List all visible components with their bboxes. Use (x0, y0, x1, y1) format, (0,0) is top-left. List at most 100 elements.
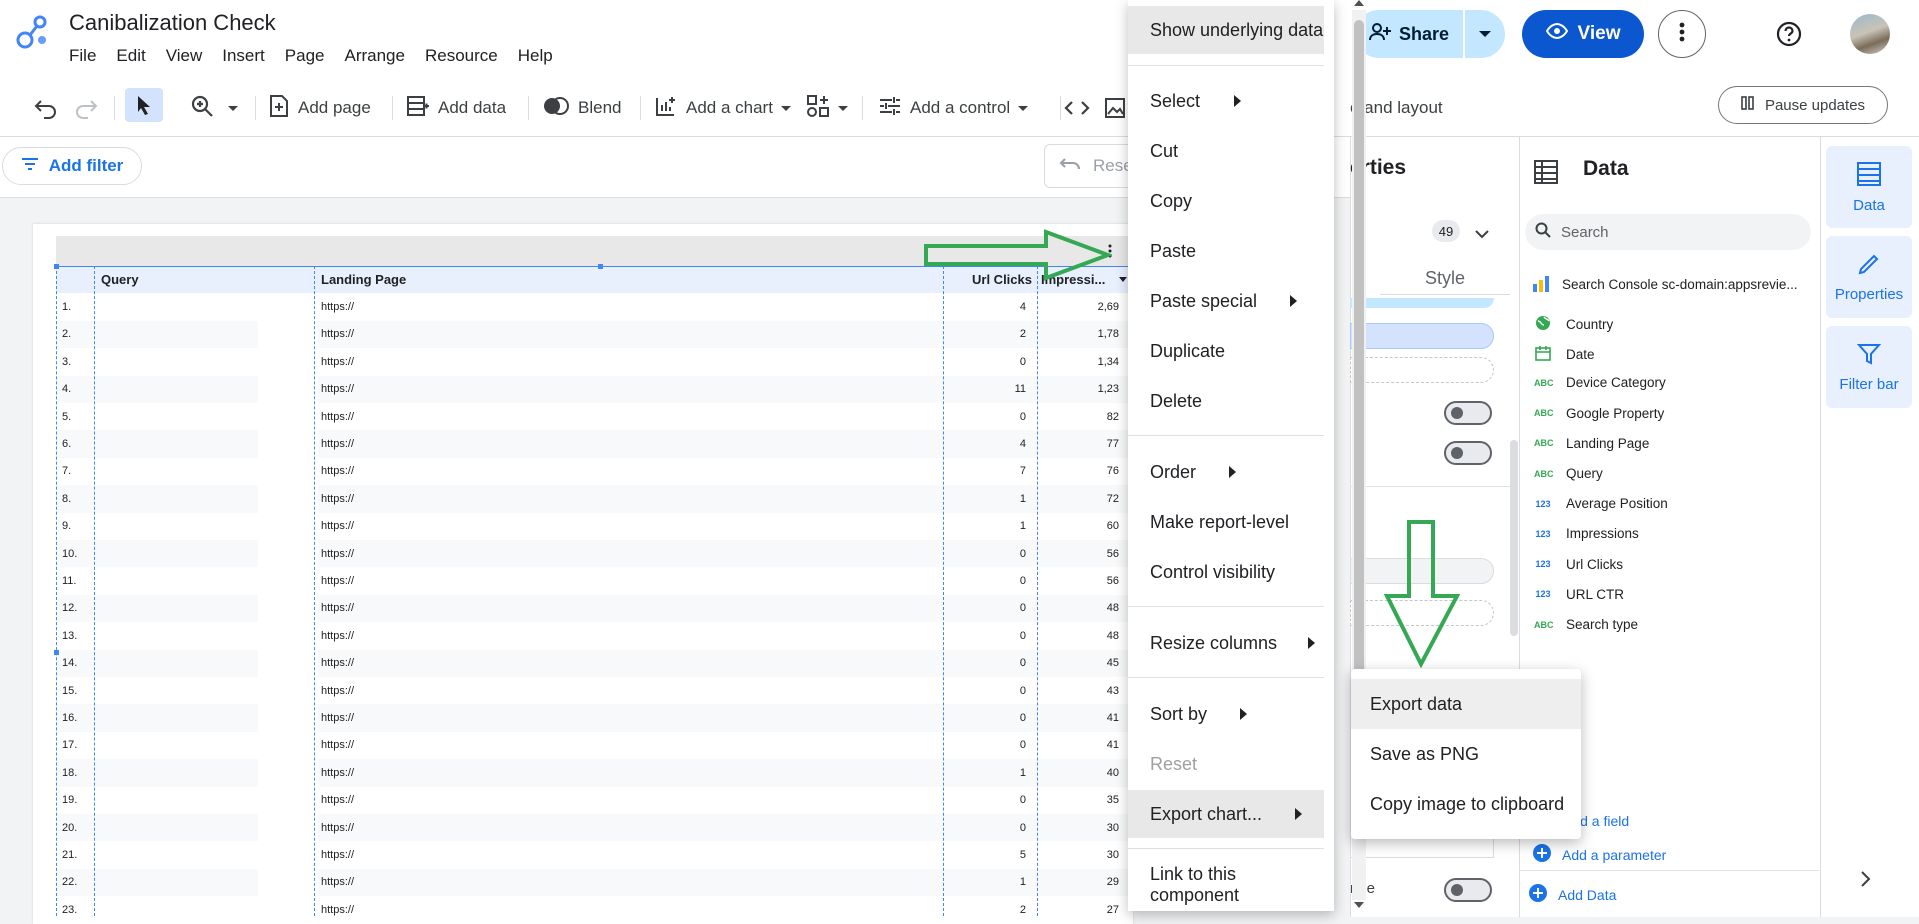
view-button[interactable]: View (1522, 10, 1644, 58)
table-row[interactable]: 21. https:// 5 30 (56, 841, 1146, 869)
table-row[interactable]: 23. https:// 2 27 (56, 896, 1146, 924)
help-icon[interactable] (1775, 20, 1803, 48)
table-row[interactable]: 16. https:// 0 41 (56, 704, 1146, 732)
add-page-button[interactable]: Add page (268, 92, 371, 124)
table-row[interactable]: 19. https:// 0 35 (56, 786, 1146, 814)
data-source[interactable]: Search Console sc-domain:appsrevie... (1532, 274, 1798, 295)
column-divider[interactable] (1037, 266, 1038, 916)
embed-code-icon[interactable] (1064, 92, 1090, 124)
rail-data-button[interactable]: Data (1826, 146, 1912, 228)
panel-scrollbar[interactable] (1510, 440, 1518, 636)
chevron-right-icon[interactable] (1860, 870, 1872, 893)
menu-select[interactable]: Select (1128, 77, 1324, 125)
toggle-switch[interactable] (1444, 878, 1492, 902)
menu-order[interactable]: Order (1128, 448, 1324, 496)
menu-link-to-component[interactable]: Link to this component (1128, 861, 1324, 909)
rail-properties-button[interactable]: Properties (1826, 236, 1912, 318)
menu-edit[interactable]: Edit (116, 46, 145, 66)
field-item[interactable]: Country (1534, 315, 1613, 333)
table-row[interactable]: 3. https:// 0 1,34 (56, 348, 1146, 376)
dimension-chip[interactable] (1350, 323, 1494, 349)
toggle-switch[interactable] (1444, 401, 1492, 425)
dimension-chip[interactable] (1350, 298, 1494, 308)
scroll-up-icon[interactable] (1354, 0, 1364, 6)
menu-insert[interactable]: Insert (222, 46, 265, 66)
resize-handle[interactable] (54, 264, 59, 269)
community-viz-button[interactable] (806, 92, 848, 124)
table-row[interactable]: 7. https:// 7 76 (56, 457, 1146, 486)
table-row[interactable]: 11. https:// 0 56 (56, 567, 1146, 595)
menu-control-visibility[interactable]: Control visibility (1128, 548, 1324, 596)
resize-handle[interactable] (598, 264, 603, 269)
share-button[interactable]: Share (1355, 10, 1463, 58)
more-options-button[interactable] (1658, 10, 1706, 58)
avatar[interactable] (1850, 14, 1890, 54)
table-row[interactable]: 10. https:// 0 56 (56, 540, 1146, 568)
field-item[interactable]: 123 Average Position (1534, 496, 1667, 511)
toggle-switch[interactable] (1444, 441, 1492, 465)
table-row[interactable]: 2. https:// 2 1,78 (56, 320, 1146, 349)
image-icon[interactable] (1104, 92, 1126, 124)
menu-cut[interactable]: Cut (1128, 127, 1324, 175)
add-control-button[interactable]: Add a control (878, 92, 1029, 124)
table-row[interactable]: 13. https:// 0 48 (56, 622, 1146, 650)
menu-show-underlying-data[interactable]: Show underlying data (1128, 6, 1324, 54)
table-row[interactable]: 5. https:// 0 82 (56, 403, 1146, 431)
rail-filter-bar-button[interactable]: Filter bar (1826, 326, 1912, 408)
add-dimension-slot[interactable] (1350, 357, 1494, 383)
table-row[interactable]: 4. https:// 11 1,23 (56, 375, 1146, 403)
table-row[interactable]: 14. https:// 0 45 (56, 649, 1146, 677)
menu-resize-columns[interactable]: Resize columns (1128, 619, 1324, 667)
menu-help[interactable]: Help (518, 46, 553, 66)
field-item[interactable]: ABC Query (1534, 466, 1603, 481)
menu-duplicate[interactable]: Duplicate (1128, 327, 1324, 375)
field-item[interactable]: ABC Device Category (1534, 375, 1666, 390)
menu-copy[interactable]: Copy (1128, 177, 1324, 225)
table-row[interactable]: 8. https:// 1 72 (56, 485, 1146, 513)
menu-export-data[interactable]: Export data (1351, 679, 1581, 729)
add-parameter-link[interactable]: Add a parameter (1532, 843, 1666, 866)
field-item[interactable]: 123 Url Clicks (1534, 557, 1623, 572)
zoom-button[interactable] (190, 92, 238, 124)
menu-page[interactable]: Page (285, 46, 325, 66)
select-tool-button[interactable] (125, 88, 163, 122)
field-item[interactable]: 123 URL CTR (1534, 587, 1624, 602)
field-item[interactable]: Date (1534, 345, 1595, 363)
column-divider[interactable] (943, 266, 944, 916)
table-row[interactable]: 22. https:// 1 29 (56, 868, 1146, 897)
menu-copy-image[interactable]: Copy image to clipboard (1351, 779, 1581, 829)
add-data-button[interactable]: Add data (406, 92, 506, 124)
column-header-query[interactable]: Query (101, 266, 311, 293)
table-row[interactable]: 6. https:// 4 77 (56, 430, 1146, 458)
tab-style[interactable]: Style (1380, 262, 1510, 295)
menu-arrange[interactable]: Arrange (344, 46, 404, 66)
menu-paste[interactable]: Paste (1128, 227, 1324, 275)
table-row[interactable]: 18. https:// 1 40 (56, 759, 1146, 787)
field-item[interactable]: ABC Google Property (1534, 406, 1664, 421)
column-header-landing-page[interactable]: Landing Page (321, 266, 921, 293)
blend-button[interactable]: Blend (542, 92, 621, 124)
field-item[interactable]: 123 Impressions (1534, 526, 1638, 541)
looker-studio-logo-icon[interactable] (16, 14, 52, 50)
field-item[interactable]: ABC Search type (1534, 617, 1638, 632)
redo-icon[interactable] (74, 92, 98, 124)
menu-view[interactable]: View (166, 46, 203, 66)
add-filter-button[interactable]: Add filter (2, 147, 142, 185)
table-row[interactable]: 20. https:// 0 30 (56, 814, 1146, 842)
table-row[interactable]: 17. https:// 0 41 (56, 731, 1146, 760)
resize-handle[interactable] (54, 650, 59, 655)
menu-reset[interactable]: Reset (1128, 740, 1324, 788)
table-row[interactable]: 9. https:// 1 60 (56, 512, 1146, 540)
add-data-link[interactable]: Add Data (1528, 883, 1616, 906)
chevron-down-icon[interactable] (1474, 226, 1490, 244)
report-title[interactable]: Canibalization Check (69, 10, 276, 36)
table-row[interactable]: 15. https:// 0 43 (56, 677, 1146, 705)
field-item[interactable]: ABC Landing Page (1534, 436, 1649, 451)
menu-file[interactable]: File (69, 46, 96, 66)
search-input[interactable]: Search (1525, 214, 1811, 250)
menu-resource[interactable]: Resource (425, 46, 498, 66)
table-row[interactable]: 12. https:// 0 48 (56, 594, 1146, 623)
column-divider[interactable] (94, 266, 95, 916)
menu-scrollbar-thumb[interactable] (1354, 20, 1364, 680)
add-chart-button[interactable]: Add a chart (654, 92, 791, 124)
